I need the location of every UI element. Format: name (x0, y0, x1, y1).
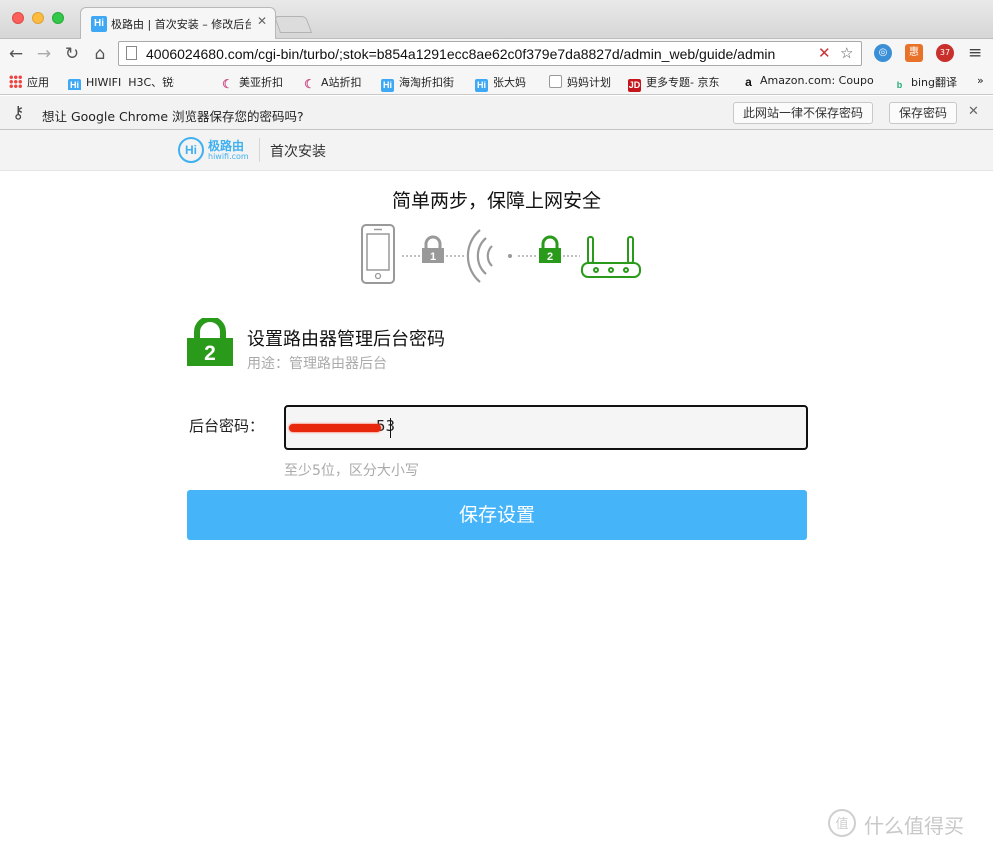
hi-icon: Hi (475, 79, 488, 92)
watermark-text: 什么值得买 (864, 814, 964, 838)
step-two-number: 2 (204, 342, 216, 365)
steps-diagram: 1 2 (361, 224, 641, 284)
step-one-lock-icon: 1 (422, 235, 444, 263)
tab-close-icon[interactable]: ✕ (257, 14, 267, 28)
infobar-close-icon[interactable]: ✕ (968, 104, 979, 119)
bookmark-jd[interactable]: JD 更多专题- 京东 (628, 74, 719, 92)
infobar-message: 想让 Google Chrome 浏览器保存您的密码吗? (42, 109, 304, 124)
never-save-password-button[interactable]: 此网站一律不保存密码 (733, 102, 874, 124)
svg-text:值: 值 (835, 816, 848, 832)
reload-icon[interactable]: ↻ (62, 43, 82, 65)
url-text[interactable]: 4006024680.com/cgi-bin/turbo/;stok=b854a… (146, 46, 775, 62)
extension-badge-icon[interactable]: 37 (936, 44, 954, 62)
back-arrow-icon[interactable]: ← (6, 43, 26, 65)
hiwifi-favicon-icon: Hi (91, 16, 107, 32)
moon-icon: ☾ (222, 77, 233, 91)
bookmark-meiya[interactable]: ☾ 美亚折扣 (221, 74, 283, 91)
bookmark-mama[interactable]: 妈妈计划 (549, 74, 611, 90)
window-zoom-button[interactable] (52, 12, 64, 24)
header-divider (259, 138, 260, 162)
bookmark-bing[interactable]: b bing翻译 (893, 74, 957, 90)
save-password-infobar: ⚷ 想让 Google Chrome 浏览器保存您的密码吗? 此网站一律不保存密… (0, 96, 993, 130)
step-description: 用途：管理路由器后台 (247, 356, 387, 372)
phone-icon (361, 224, 395, 284)
bookmark-haitao[interactable]: Hi 海淘折扣街 (381, 74, 454, 92)
setup-title: 简单两步，保障上网安全 (391, 190, 601, 212)
extension-globe-icon[interactable]: ◎ (874, 44, 892, 62)
browser-tab-active[interactable]: Hi 极路由 | 首次安装 – 修改后台 ✕ (80, 7, 276, 39)
page-icon (126, 46, 137, 60)
logo-domain: hiwifi.com (208, 152, 249, 161)
save-settings-button[interactable]: 保存设置 (187, 490, 807, 540)
bookmark-star-icon[interactable]: ☆ (840, 44, 853, 62)
amazon-icon: a (745, 75, 752, 89)
home-icon[interactable]: ⌂ (90, 43, 110, 65)
window-minimize-button[interactable] (32, 12, 44, 24)
step-two-lock-icon: 2 (539, 235, 561, 263)
bookmark-a-zhan[interactable]: ☾ A站折扣 (303, 74, 361, 91)
text-caret (390, 418, 391, 438)
page-header: Hi 极路由 hiwifi.com 首次安装 (0, 130, 993, 171)
chrome-menu-icon[interactable]: ≡ (968, 43, 982, 63)
step-two-badge-icon: 2 (187, 316, 233, 366)
bookmarks-overflow-icon[interactable]: » (977, 74, 984, 90)
bing-icon: b (896, 80, 903, 90)
blocked-plugin-icon[interactable]: ✕ (818, 44, 831, 62)
bookmark-apps[interactable]: 应用 (9, 74, 49, 90)
apps-grid-icon (9, 75, 22, 88)
extension-badge-count: 37 (939, 48, 951, 57)
smzdm-logo-icon: 值 (828, 809, 856, 837)
password-label: 后台密码： (189, 417, 265, 435)
password-redaction-mark (289, 424, 381, 432)
key-icon: ⚷ (12, 103, 25, 123)
page-title: 首次安装 (270, 144, 326, 160)
bookmark-amazon[interactable]: a Amazon.com: Coupo (742, 74, 876, 90)
step-one-number: 1 (430, 251, 436, 263)
router-icon (581, 236, 641, 278)
new-tab-button[interactable] (273, 16, 313, 33)
setup-steps-illustration: 1 2 (360, 223, 650, 289)
password-hint: 至少5位，区分大小写 (284, 463, 419, 479)
step-two-number-small: 2 (547, 251, 553, 263)
password-input[interactable]: 53 (284, 405, 808, 450)
hi-icon: Hi (381, 79, 394, 92)
save-password-button[interactable]: 保存密码 (889, 102, 958, 124)
forward-arrow-icon[interactable]: → (34, 43, 54, 65)
jd-icon: JD (628, 79, 641, 92)
smzdm-watermark: 值 什么值得买 (826, 807, 986, 839)
step-heading: 设置路由器管理后台密码 (247, 329, 445, 350)
hiwifi-logo-icon: Hi (178, 137, 204, 163)
extension-hui-icon[interactable]: 惠 (905, 44, 923, 62)
bookmarks-bar: 应用 HiHIWIFI H3C、锐捷认 ☾美亚折扣 ☾A站折扣 Hi海淘折扣街 … (0, 69, 993, 95)
hiwifi-icon: Hi (68, 79, 81, 90)
window-close-button[interactable] (12, 12, 24, 24)
bookmark-zhangdama[interactable]: Hi 张大妈 (475, 74, 526, 92)
wifi-signal-icon (466, 229, 512, 283)
hiwifi-logo[interactable]: Hi 极路由 hiwifi.com (178, 135, 258, 165)
browser-toolbar: ← → ↻ ⌂ 4006024680.com/cgi-bin/turbo/;st… (0, 39, 993, 69)
tab-title: 极路由 | 首次安装 – 修改后台 (111, 18, 251, 31)
page-icon (549, 75, 562, 88)
address-bar[interactable]: 4006024680.com/cgi-bin/turbo/;stok=b854a… (118, 41, 862, 66)
browser-titlebar: Hi 极路由 | 首次安装 – 修改后台 ✕ (0, 0, 993, 39)
bookmark-hiwifi[interactable]: HiHIWIFI H3C、锐捷认 (68, 74, 174, 90)
moon-icon: ☾ (304, 77, 315, 91)
